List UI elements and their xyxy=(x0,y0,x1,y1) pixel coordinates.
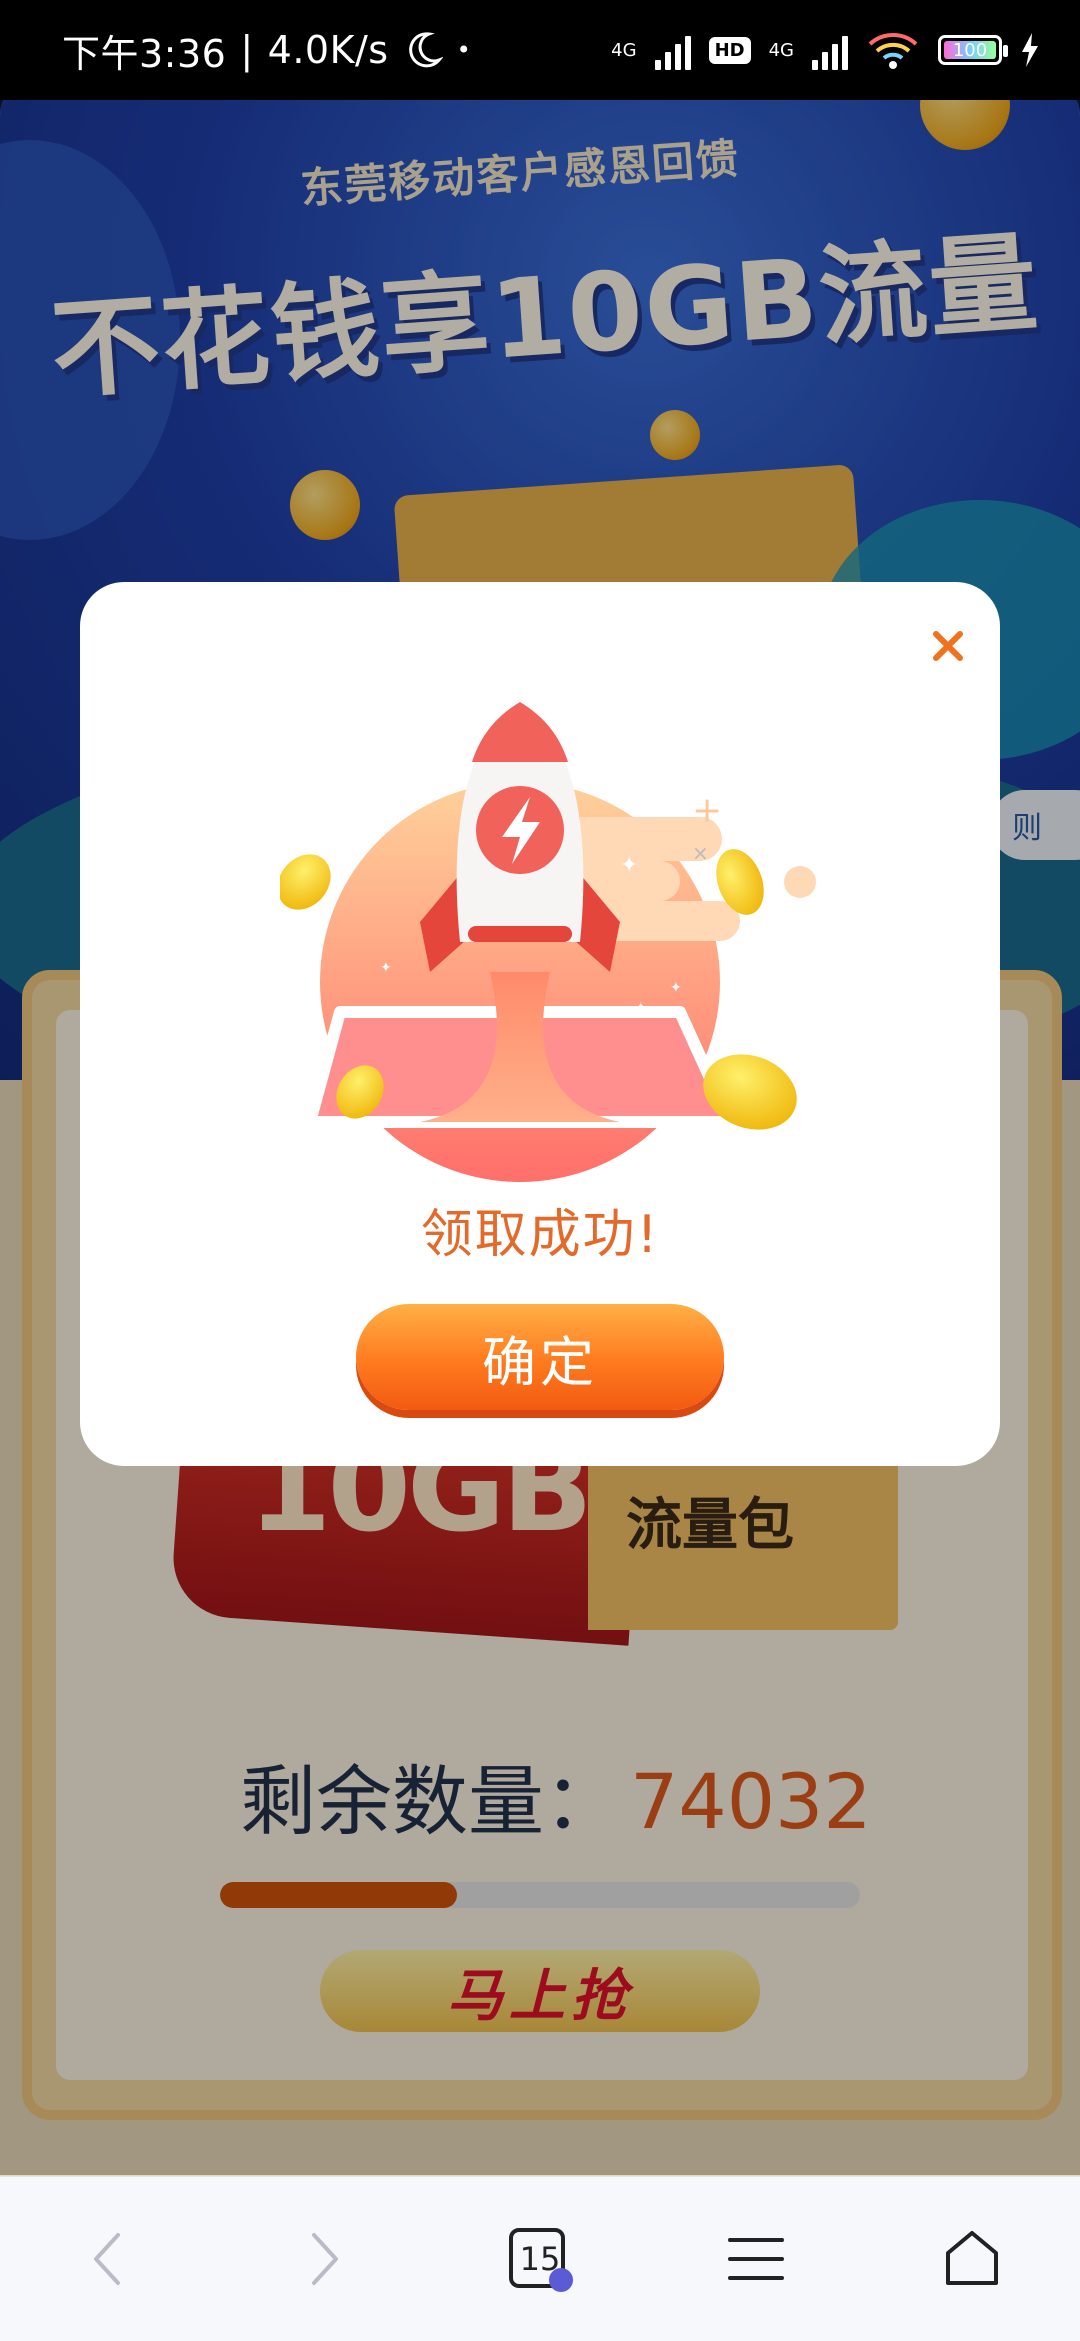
home-button[interactable] xyxy=(912,2199,1032,2319)
back-icon xyxy=(94,2233,120,2285)
rocket-nose xyxy=(472,702,568,762)
close-icon xyxy=(933,631,963,661)
sparkle-star: ✦ xyxy=(380,960,392,976)
sparkle-star: ✦ xyxy=(635,1000,647,1016)
rocket-illustration: + × ✦ ✦ ✦ ✦ xyxy=(280,702,816,1182)
network-label-1: 4G xyxy=(611,39,637,61)
forward-icon xyxy=(312,2233,338,2285)
menu-icon xyxy=(728,2238,784,2280)
coin-icon xyxy=(280,854,331,910)
signal-icon-2 xyxy=(812,30,848,70)
confirm-button[interactable]: 确定 xyxy=(356,1304,724,1410)
cloud-dot xyxy=(784,866,816,898)
forward-button[interactable] xyxy=(264,2199,384,2319)
back-button[interactable] xyxy=(48,2199,168,2319)
tabs-button[interactable]: 15 xyxy=(480,2199,600,2319)
status-speed: 4.0K/s xyxy=(267,28,389,72)
dot-icon: • xyxy=(456,36,472,64)
sparkle-star: ✦ xyxy=(670,980,682,996)
browser-nav-bar: 15 xyxy=(0,2176,1080,2341)
battery-level: 100 xyxy=(944,40,996,61)
status-bar: 下午3:36 | 4.0K/s • 4G HD 4G 100 xyxy=(0,0,1080,100)
status-time: 下午3:36 xyxy=(62,31,227,76)
sparkle-star: ✦ xyxy=(620,853,638,878)
modal-title: 领取成功! xyxy=(420,1205,660,1265)
wifi-icon xyxy=(868,33,918,69)
sparkle-x: × xyxy=(692,841,709,865)
tab-count: 15 xyxy=(519,2240,561,2278)
status-left: 下午3:36 | 4.0K/s • xyxy=(62,23,471,78)
status-right: 4G HD 4G 100 xyxy=(611,28,1040,72)
moon-icon xyxy=(408,32,443,68)
home-icon xyxy=(946,2231,998,2285)
success-modal: + × ✦ ✦ ✦ ✦ 领取成功! 确定 xyxy=(80,582,1000,1466)
charging-icon xyxy=(1022,33,1038,67)
signal-icon xyxy=(654,30,691,70)
menu-button[interactable] xyxy=(696,2199,816,2319)
sparkle-plus: + xyxy=(692,790,722,831)
close-button[interactable] xyxy=(924,622,972,670)
network-label-2: 4G xyxy=(768,39,794,61)
status-divider: | xyxy=(240,28,254,72)
battery-icon: 100 xyxy=(938,35,1008,65)
hd-badge: HD xyxy=(708,36,751,64)
rocket-band xyxy=(468,926,572,942)
